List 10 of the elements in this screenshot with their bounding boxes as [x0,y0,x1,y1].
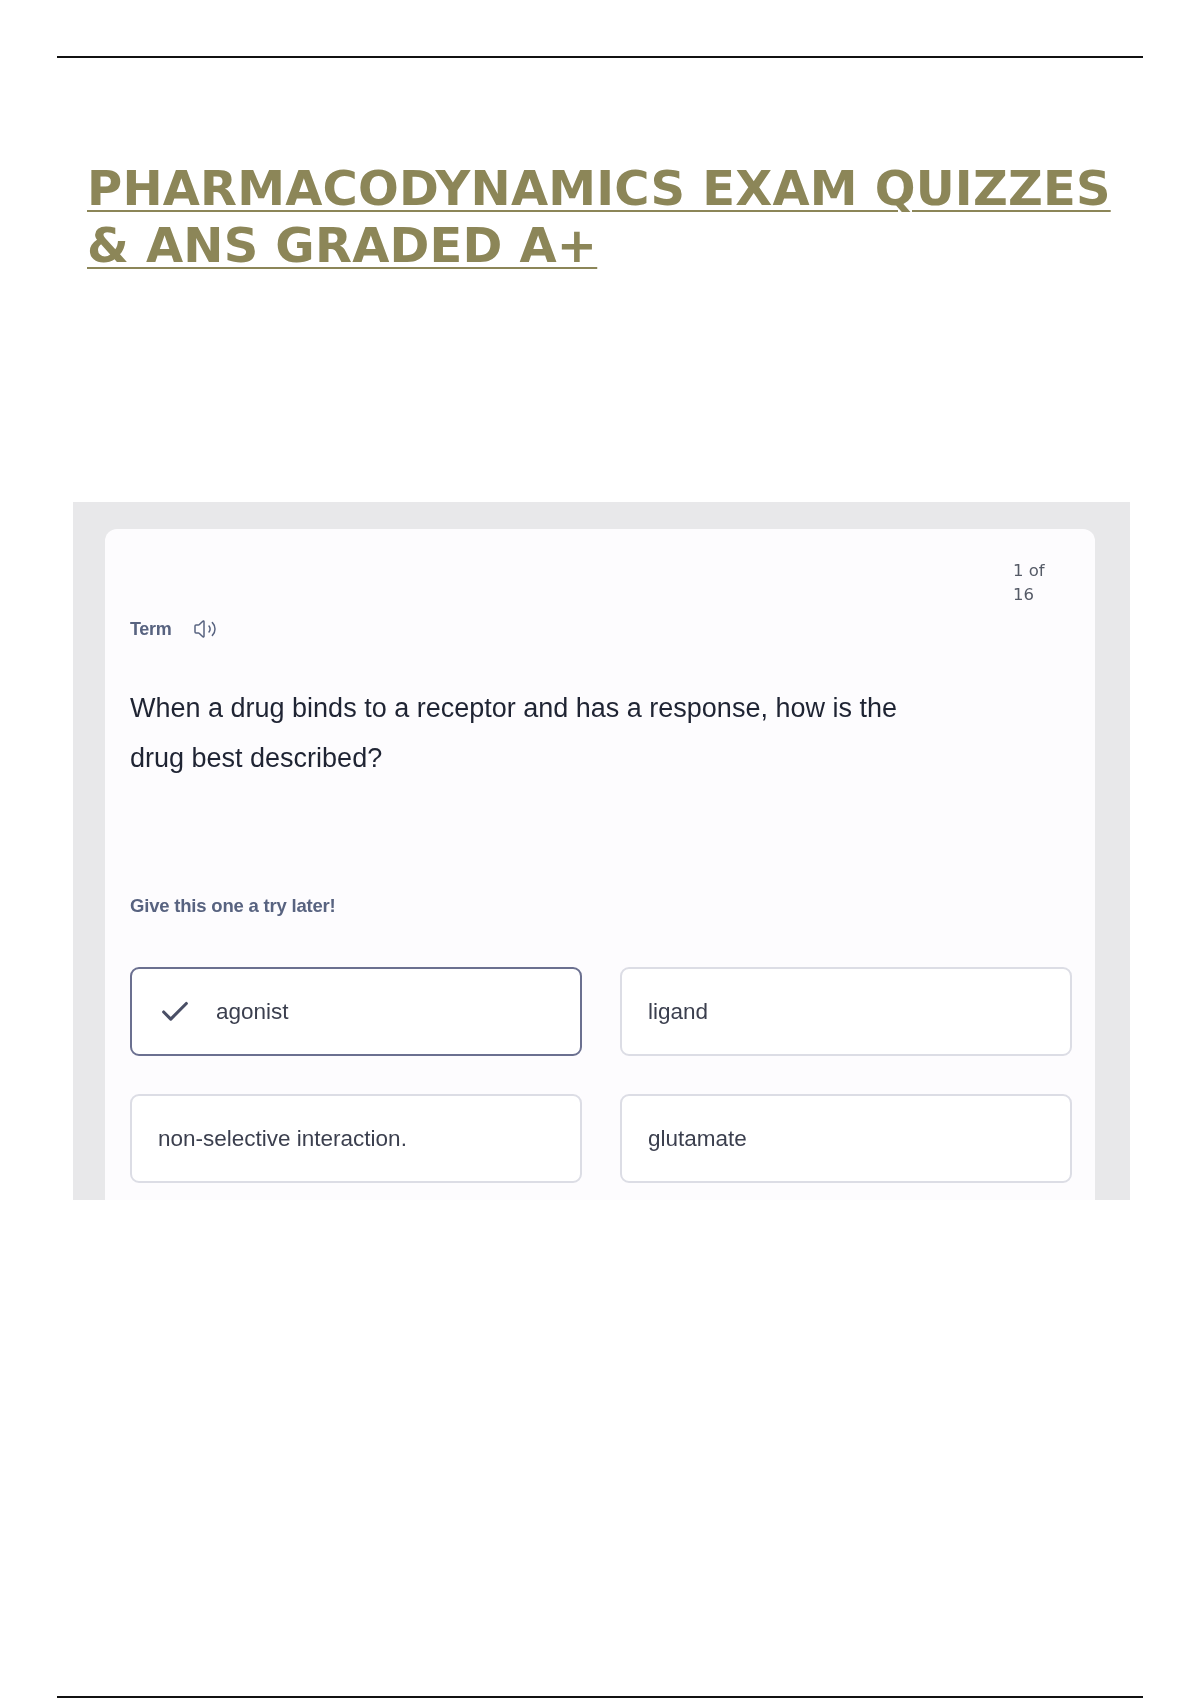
term-label: Term [130,618,172,640]
answer-option[interactable]: agonist [130,967,582,1056]
document-title: PHARMACODYNAMICS EXAM QUIZZES & ANS GRADED A+ [87,160,1112,274]
speaker-icon[interactable] [193,617,218,641]
answer-option[interactable]: glutamate [620,1094,1072,1183]
answer-option[interactable]: non-selective interaction. [130,1094,582,1183]
answer-option[interactable]: ligand [620,967,1072,1056]
hint-text: Give this one a try later! [130,895,336,917]
card-counter: 1 of 16 [1013,560,1046,606]
question-text: When a drug binds to a receptor and has a response, how is the drug best described? [130,692,898,775]
